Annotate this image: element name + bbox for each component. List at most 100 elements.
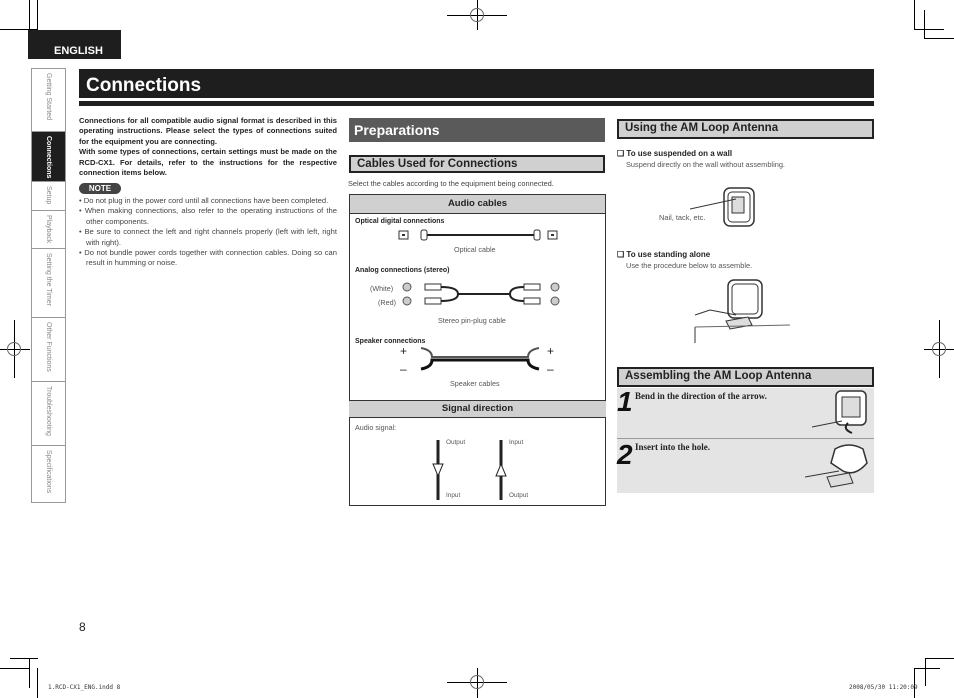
file-slug: 1.RCD-CX1_ENG.indd 8 [48, 684, 121, 691]
chapter-index-nav: Getting Started Connections Setup Playba… [31, 68, 66, 503]
intro-paragraph: Connections for all compatible audio sig… [79, 116, 337, 146]
step-number: 2 [617, 439, 633, 470]
language-tab: ENGLISH [28, 30, 121, 59]
optical-cable-illustration [398, 229, 558, 241]
insert-antenna-illustration [805, 444, 868, 488]
analog-label: Analog connections (stereo) [355, 267, 450, 274]
speaker-cable-illustration [420, 347, 540, 371]
assembly-step-2: 2 Insert into the hole. [617, 439, 874, 493]
side-nav-label: Setup [45, 186, 52, 205]
right-top-label: Input [509, 439, 524, 446]
side-nav-connections[interactable]: Connections [32, 132, 65, 182]
audio-cables-heading: Audio cables [350, 195, 605, 214]
note-item: • Do not bundle power cords together wit… [79, 248, 337, 268]
registration-circle [470, 675, 484, 689]
right-bottom-label: Output [509, 492, 529, 499]
audio-cables-box: Audio cables Optical digital connections… [349, 194, 606, 401]
using-am-antenna-heading-text: Using the AM Loop Antenna [625, 122, 779, 134]
signal-direction-box: Audio signal: Output Input Input Output [349, 417, 606, 506]
side-nav-label: Other Functions [45, 322, 52, 372]
crop-mark [914, 668, 915, 698]
side-nav-label: Getting Started [45, 73, 52, 121]
crop-mark [0, 668, 30, 669]
side-nav-label: Setting the Timer [45, 253, 52, 306]
intro-paragraph: With some types of connections, certain … [79, 147, 337, 178]
stereo-caption: Stereo pin-plug cable [438, 316, 506, 325]
language-label: ENGLISH [54, 45, 103, 57]
side-nav-label: Specifications [45, 450, 52, 494]
crop-mark [29, 0, 30, 30]
crop-mark [37, 668, 38, 698]
red-channel-label: (Red) [378, 298, 396, 307]
speaker-label: Speaker connections [355, 338, 426, 345]
note-badge: NOTE [79, 183, 121, 194]
crop-mark [925, 658, 954, 659]
crop-mark [914, 668, 940, 669]
step-text: Bend in the direction of the arrow. [635, 391, 767, 401]
crop-mark [10, 658, 38, 659]
registration-circle [932, 342, 946, 356]
nail-callout: Nail, tack, etc. [659, 213, 706, 222]
assembling-heading: Assembling the AM Loop Antenna [617, 367, 874, 387]
standing-title: ❑ To use standing alone [617, 250, 711, 259]
bend-antenna-illustration [812, 390, 867, 434]
registration-circle [7, 342, 21, 356]
note-list: • Do not plug in the power cord until al… [79, 196, 337, 269]
registration-circle [470, 8, 484, 22]
speaker-plus-left: + [400, 344, 408, 358]
assembling-heading-text: Assembling the AM Loop Antenna [625, 370, 812, 382]
note-item: • Do not plug in the power cord until al… [79, 196, 329, 205]
step-text: Insert into the hole. [635, 442, 710, 452]
page-number: 8 [79, 620, 86, 634]
side-nav-getting-started[interactable]: Getting Started [32, 69, 65, 132]
wall-mount-title: ❑ To use suspended on a wall [617, 149, 733, 158]
cables-description: Select the cables according to the equip… [348, 179, 554, 188]
stereo-cable-illustration [402, 282, 560, 306]
crop-mark [925, 658, 926, 686]
left-top-label: Output [446, 439, 466, 446]
date-slug: 2008/05/30 11:20:09 [849, 684, 918, 691]
using-am-antenna-heading: Using the AM Loop Antenna [617, 119, 874, 139]
side-nav-setting-the-timer[interactable]: Setting the Timer [32, 249, 65, 318]
note-item: • Be sure to connect the left and right … [79, 227, 337, 247]
wall-mount-desc: Suspend directly on the wall without ass… [626, 160, 785, 169]
signal-direction-heading: Signal direction [349, 401, 606, 417]
left-bottom-label: Input [446, 492, 461, 499]
side-nav-label: Playback [45, 215, 52, 244]
side-nav-label: Troubleshooting [45, 386, 52, 436]
speaker-minus-left: – [400, 362, 407, 376]
cables-heading: Cables Used for Connections [349, 155, 605, 173]
side-nav-specifications[interactable]: Specifications [32, 446, 65, 502]
side-nav-playback[interactable]: Playback [32, 211, 65, 249]
crop-mark [914, 29, 944, 30]
page-title-bar: Connections [79, 69, 874, 98]
page-title: Connections [86, 75, 202, 96]
side-nav-other-functions[interactable]: Other Functions [32, 318, 65, 382]
intro-text: Connections for all compatible audio sig… [79, 116, 337, 178]
step-number: 1 [617, 386, 633, 417]
assembly-step-1: 1 Bend in the direction of the arrow. [617, 386, 874, 438]
standing-antenna-illustration [694, 279, 790, 343]
optical-caption: Optical cable [454, 245, 496, 254]
crop-mark [29, 658, 30, 688]
crop-mark [924, 10, 925, 38]
speaker-minus-right: – [547, 362, 554, 376]
cables-heading-text: Cables Used for Connections [357, 158, 518, 170]
note-item: • When making connections, also refer to… [79, 206, 337, 226]
preparations-heading: Preparations [349, 118, 605, 142]
standing-desc: Use the procedure below to assemble. [626, 261, 753, 270]
side-nav-troubleshooting[interactable]: Troubleshooting [32, 382, 65, 446]
speaker-caption: Speaker cables [450, 379, 500, 388]
speaker-plus-right: + [547, 344, 555, 358]
audio-signal-label: Audio signal: [355, 423, 397, 432]
title-rule [79, 101, 874, 106]
crop-mark [924, 38, 954, 39]
optical-label: Optical digital connections [355, 218, 445, 225]
side-nav-setup[interactable]: Setup [32, 182, 65, 211]
side-nav-label: Connections [45, 136, 52, 179]
wall-antenna-illustration [690, 187, 755, 227]
preparations-heading-text: Preparations [354, 122, 440, 138]
crop-mark [914, 0, 915, 30]
white-channel-label: (White) [370, 284, 394, 293]
signal-direction-arrows [432, 440, 507, 500]
